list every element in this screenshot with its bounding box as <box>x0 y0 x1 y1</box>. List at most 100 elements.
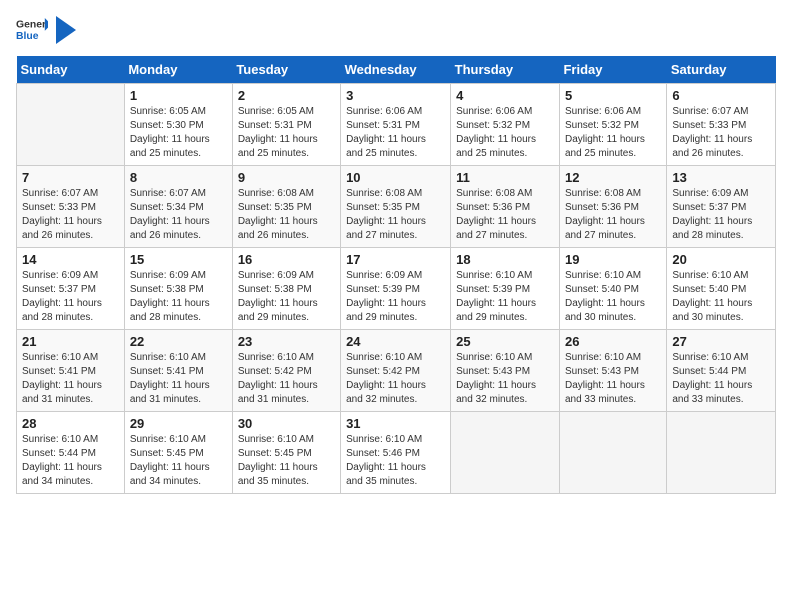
day-number: 25 <box>456 334 554 349</box>
calendar-cell: 6Sunrise: 6:07 AMSunset: 5:33 PMDaylight… <box>667 84 776 166</box>
day-info: Sunrise: 6:10 AMSunset: 5:44 PMDaylight:… <box>672 351 770 407</box>
day-info: Sunrise: 6:10 AMSunset: 5:40 PMDaylight:… <box>672 269 770 325</box>
col-header-sunday: Sunday <box>17 56 125 84</box>
day-number: 23 <box>238 334 335 349</box>
day-number: 13 <box>672 170 770 185</box>
calendar-cell <box>667 412 776 494</box>
day-info: Sunrise: 6:10 AMSunset: 5:41 PMDaylight:… <box>130 351 227 407</box>
calendar-cell: 20 Sunrise: 6:10 AMSunset: 5:40 PMDayligh… <box>667 248 776 330</box>
calendar-cell: 1Sunrise: 6:05 AMSunset: 5:30 PMDaylight… <box>124 84 232 166</box>
day-info: Sunrise: 6:09 AMSunset: 5:38 PMDaylight:… <box>238 269 335 325</box>
calendar-cell: 5 Sunrise: 6:06 AMSunset: 5:32 PMDaylight… <box>559 84 666 166</box>
calendar-cell: 12 Sunrise: 6:08 AMSunset: 5:36 PMDayligh… <box>559 166 666 248</box>
day-number: 9 <box>238 170 335 185</box>
day-number: 5 <box>565 88 661 103</box>
calendar-cell: 26 Sunrise: 6:10 AMSunset: 5:43 PMDayligh… <box>559 330 666 412</box>
day-info: Sunrise: 6:10 AMSunset: 5:41 PMDaylight:… <box>22 351 119 407</box>
day-number: 17 <box>346 252 445 267</box>
calendar-cell <box>559 412 666 494</box>
day-number: 30 <box>238 416 335 431</box>
day-number: 18 <box>456 252 554 267</box>
calendar-cell <box>17 84 125 166</box>
day-info: Sunrise: 6:10 AMSunset: 5:42 PMDaylight:… <box>238 351 335 407</box>
calendar-cell: 11 Sunrise: 6:08 AMSunset: 5:36 PMDayligh… <box>451 166 560 248</box>
day-info: Sunrise: 6:10 AMSunset: 5:44 PMDaylight:… <box>22 433 119 489</box>
calendar-cell: 7Sunrise: 6:07 AMSunset: 5:33 PMDaylight… <box>17 166 125 248</box>
day-info: Sunrise: 6:08 AMSunset: 5:35 PMDaylight:… <box>238 187 335 243</box>
day-info: Sunrise: 6:07 AMSunset: 5:34 PMDaylight:… <box>130 187 227 243</box>
day-info: Sunrise: 6:10 AMSunset: 5:45 PMDaylight:… <box>130 433 227 489</box>
day-info: Sunrise: 6:10 AMSunset: 5:42 PMDaylight:… <box>346 351 445 407</box>
day-info: Sunrise: 6:05 AMSunset: 5:31 PMDaylight:… <box>238 105 335 161</box>
header-row: SundayMondayTuesdayWednesdayThursdayFrid… <box>17 56 776 84</box>
calendar-cell: 25 Sunrise: 6:10 AMSunset: 5:43 PMDayligh… <box>451 330 560 412</box>
calendar-cell: 28 Sunrise: 6:10 AMSunset: 5:44 PMDayligh… <box>17 412 125 494</box>
week-row-4: 21 Sunrise: 6:10 AMSunset: 5:41 PMDayligh… <box>17 330 776 412</box>
logo-arrow-icon <box>56 16 76 44</box>
day-number: 27 <box>672 334 770 349</box>
day-number: 31 <box>346 416 445 431</box>
calendar-cell: 30Sunrise: 6:10 AMSunset: 5:45 PMDayligh… <box>232 412 340 494</box>
calendar-cell: 10 Sunrise: 6:08 AMSunset: 5:35 PMDayligh… <box>341 166 451 248</box>
col-header-saturday: Saturday <box>667 56 776 84</box>
day-info: Sunrise: 6:08 AMSunset: 5:35 PMDaylight:… <box>346 187 445 243</box>
calendar-cell: 27 Sunrise: 6:10 AMSunset: 5:44 PMDayligh… <box>667 330 776 412</box>
logo: General Blue <box>16 16 76 44</box>
day-number: 19 <box>565 252 661 267</box>
day-number: 4 <box>456 88 554 103</box>
calendar-cell: 2 Sunrise: 6:05 AMSunset: 5:31 PMDaylight… <box>232 84 340 166</box>
calendar-cell: 15 Sunrise: 6:09 AMSunset: 5:38 PMDayligh… <box>124 248 232 330</box>
week-row-1: 1Sunrise: 6:05 AMSunset: 5:30 PMDaylight… <box>17 84 776 166</box>
calendar-cell: 19 Sunrise: 6:10 AMSunset: 5:40 PMDayligh… <box>559 248 666 330</box>
day-info: Sunrise: 6:06 AMSunset: 5:32 PMDaylight:… <box>456 105 554 161</box>
day-number: 10 <box>346 170 445 185</box>
svg-text:Blue: Blue <box>16 31 39 42</box>
calendar-cell: 4 Sunrise: 6:06 AMSunset: 5:32 PMDaylight… <box>451 84 560 166</box>
logo-icon: General Blue <box>16 16 48 44</box>
day-number: 2 <box>238 88 335 103</box>
day-number: 16 <box>238 252 335 267</box>
calendar-cell: 23 Sunrise: 6:10 AMSunset: 5:42 PMDayligh… <box>232 330 340 412</box>
day-number: 26 <box>565 334 661 349</box>
week-row-5: 28 Sunrise: 6:10 AMSunset: 5:44 PMDayligh… <box>17 412 776 494</box>
day-number: 28 <box>22 416 119 431</box>
day-info: Sunrise: 6:10 AMSunset: 5:43 PMDaylight:… <box>565 351 661 407</box>
day-info: Sunrise: 6:09 AMSunset: 5:37 PMDaylight:… <box>22 269 119 325</box>
day-info: Sunrise: 6:10 AMSunset: 5:43 PMDaylight:… <box>456 351 554 407</box>
day-info: Sunrise: 6:10 AMSunset: 5:46 PMDaylight:… <box>346 433 445 489</box>
calendar-cell: 24 Sunrise: 6:10 AMSunset: 5:42 PMDayligh… <box>341 330 451 412</box>
day-info: Sunrise: 6:06 AMSunset: 5:32 PMDaylight:… <box>565 105 661 161</box>
day-number: 11 <box>456 170 554 185</box>
col-header-monday: Monday <box>124 56 232 84</box>
day-number: 29 <box>130 416 227 431</box>
calendar-cell: 29 Sunrise: 6:10 AMSunset: 5:45 PMDayligh… <box>124 412 232 494</box>
calendar-cell: 18Sunrise: 6:10 AMSunset: 5:39 PMDayligh… <box>451 248 560 330</box>
day-number: 15 <box>130 252 227 267</box>
day-number: 8 <box>130 170 227 185</box>
day-info: Sunrise: 6:09 AMSunset: 5:38 PMDaylight:… <box>130 269 227 325</box>
day-number: 3 <box>346 88 445 103</box>
calendar-cell: 17 Sunrise: 6:09 AMSunset: 5:39 PMDayligh… <box>341 248 451 330</box>
calendar-cell: 13Sunrise: 6:09 AMSunset: 5:37 PMDayligh… <box>667 166 776 248</box>
col-header-wednesday: Wednesday <box>341 56 451 84</box>
calendar-cell <box>451 412 560 494</box>
day-info: Sunrise: 6:08 AMSunset: 5:36 PMDaylight:… <box>456 187 554 243</box>
day-number: 20 <box>672 252 770 267</box>
svg-text:General: General <box>16 20 48 31</box>
day-number: 21 <box>22 334 119 349</box>
day-number: 14 <box>22 252 119 267</box>
header: General Blue <box>16 16 776 44</box>
day-info: Sunrise: 6:09 AMSunset: 5:39 PMDaylight:… <box>346 269 445 325</box>
calendar-cell: 31 Sunrise: 6:10 AMSunset: 5:46 PMDayligh… <box>341 412 451 494</box>
day-info: Sunrise: 6:08 AMSunset: 5:36 PMDaylight:… <box>565 187 661 243</box>
calendar-cell: 16 Sunrise: 6:09 AMSunset: 5:38 PMDayligh… <box>232 248 340 330</box>
calendar-cell: 21 Sunrise: 6:10 AMSunset: 5:41 PMDayligh… <box>17 330 125 412</box>
day-info: Sunrise: 6:10 AMSunset: 5:40 PMDaylight:… <box>565 269 661 325</box>
day-number: 6 <box>672 88 770 103</box>
day-number: 12 <box>565 170 661 185</box>
day-number: 24 <box>346 334 445 349</box>
col-header-friday: Friday <box>559 56 666 84</box>
week-row-3: 14 Sunrise: 6:09 AMSunset: 5:37 PMDayligh… <box>17 248 776 330</box>
calendar-cell: 14 Sunrise: 6:09 AMSunset: 5:37 PMDayligh… <box>17 248 125 330</box>
calendar-cell: 22Sunrise: 6:10 AMSunset: 5:41 PMDayligh… <box>124 330 232 412</box>
